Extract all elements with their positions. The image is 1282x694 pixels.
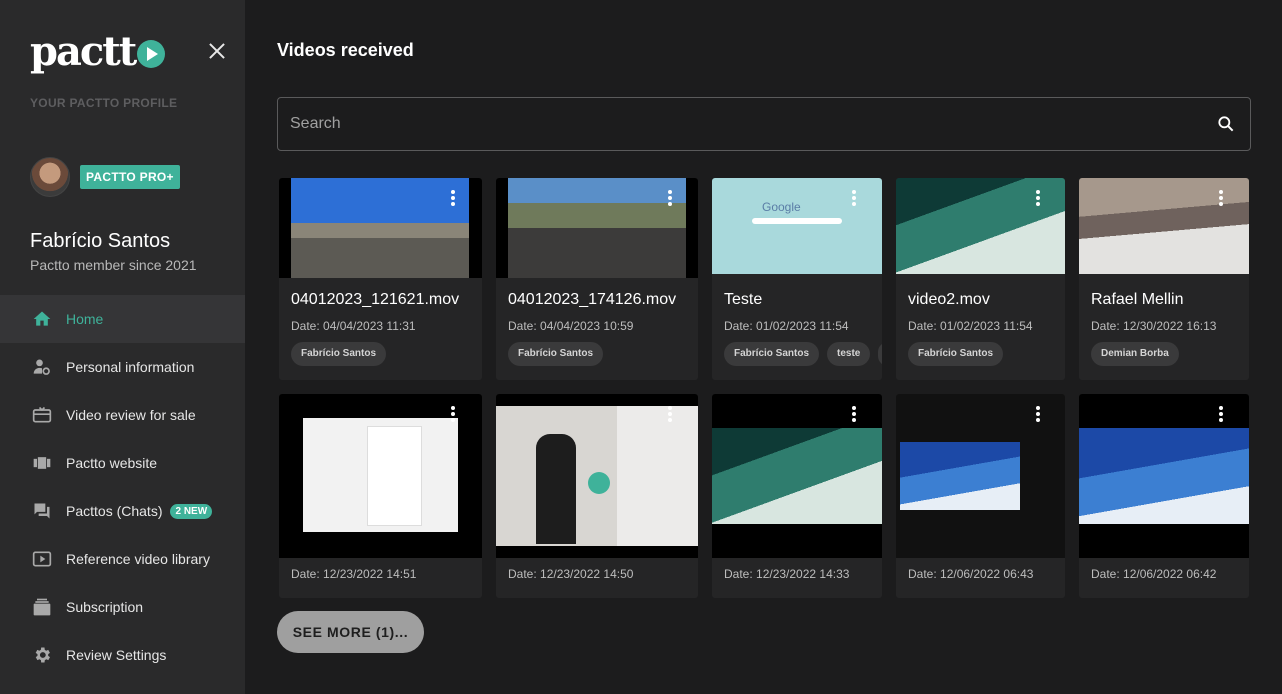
sidebar-item-label: Subscription	[66, 599, 144, 615]
main-content: Videos received 04012023_121621.mov Date…	[245, 0, 1282, 694]
user-tag[interactable]: teste	[827, 342, 871, 366]
video-card[interactable]: Date: 12/06/2022 06:43	[896, 394, 1065, 598]
video-card[interactable]: Google Teste Date: 01/02/2023 11:54 Fabr…	[712, 178, 882, 380]
video-card[interactable]: Date: 12/23/2022 14:51	[279, 394, 482, 598]
more-options-icon[interactable]	[1036, 406, 1040, 422]
new-chats-badge: 2 NEW	[170, 503, 213, 519]
sidebar: pactt YOUR PACTTO PROFILE PACTTO PRO+ Fa…	[0, 0, 245, 694]
gear-icon	[32, 645, 52, 665]
carousel-icon	[32, 453, 52, 473]
search-box	[277, 97, 1251, 151]
sidebar-item-label: Home	[66, 311, 104, 327]
video-card[interactable]: 04012023_121621.mov Date: 04/04/2023 11:…	[279, 178, 482, 380]
pactto-logo[interactable]: pactt	[30, 28, 166, 75]
video-date: Date: 12/06/2022 06:43	[908, 567, 1034, 581]
video-date: Date: 12/23/2022 14:33	[724, 567, 850, 581]
more-options-icon[interactable]	[451, 406, 455, 422]
subscriptions-icon	[32, 597, 52, 617]
more-options-icon[interactable]	[451, 190, 455, 206]
video-date: Date: 12/06/2022 06:42	[1091, 567, 1217, 581]
video-title: 04012023_174126.mov	[508, 291, 677, 308]
gift-card-icon	[32, 405, 52, 425]
app-window: pactt YOUR PACTTO PROFILE PACTTO PRO+ Fa…	[0, 0, 1282, 694]
video-tags: Fabrício Santos teste	[724, 342, 882, 366]
sidebar-item-label: Reference video library	[66, 551, 210, 567]
sidebar-item-review-settings[interactable]: Review Settings	[0, 631, 245, 679]
sidebar-item-personal-information[interactable]: Personal information	[0, 343, 245, 391]
video-thumbnail[interactable]	[1079, 394, 1249, 558]
sidebar-item-video-review-for-sale[interactable]: Video review for sale	[0, 391, 245, 439]
user-tag[interactable]: Fabrício Santos	[724, 342, 820, 366]
sidebar-item-pacttos-chats[interactable]: Pacttos (Chats) 2 NEW	[0, 487, 245, 535]
video-title: 04012023_121621.mov	[291, 291, 460, 308]
video-title: Rafael Mellin	[1091, 291, 1184, 308]
chat-icon	[32, 501, 52, 521]
video-title: Teste	[724, 291, 763, 308]
video-thumbnail[interactable]: Google	[712, 178, 882, 274]
see-more-button[interactable]: SEE MORE (1)...	[277, 611, 424, 653]
video-tags: Demian Borba	[1091, 342, 1179, 366]
video-card[interactable]: Date: 12/23/2022 14:33	[712, 394, 882, 598]
video-date: Date: 01/02/2023 11:54	[908, 319, 1033, 333]
sidebar-item-subscription[interactable]: Subscription	[0, 583, 245, 631]
video-date: Date: 12/23/2022 14:50	[508, 567, 634, 581]
profile-heading: YOUR PACTTO PROFILE	[30, 96, 178, 110]
search-icon[interactable]	[1216, 114, 1236, 134]
member-since: Pactto member since 2021	[30, 257, 197, 273]
video-date: Date: 04/04/2023 10:59	[508, 319, 634, 333]
video-date: Date: 01/02/2023 11:54	[724, 319, 849, 333]
video-thumbnail[interactable]	[712, 394, 882, 558]
avatar[interactable]	[30, 157, 70, 197]
sidebar-item-reference-video-library[interactable]: Reference video library	[0, 535, 245, 583]
page-title: Videos received	[277, 40, 414, 60]
more-options-icon[interactable]	[1036, 190, 1040, 206]
video-date: Date: 12/23/2022 14:51	[291, 567, 417, 581]
more-options-icon[interactable]	[1219, 190, 1223, 206]
search-input[interactable]	[278, 98, 1250, 150]
video-title: video2.mov	[908, 291, 990, 308]
more-options-icon[interactable]	[1219, 406, 1223, 422]
video-tags: Fabrício Santos	[908, 342, 1004, 366]
video-card[interactable]: Date: 12/23/2022 14:50	[496, 394, 698, 598]
more-options-icon[interactable]	[668, 406, 672, 422]
video-date: Date: 12/30/2022 16:13	[1091, 319, 1217, 333]
sidebar-item-label: Review Settings	[66, 647, 167, 663]
sidebar-item-label: Personal information	[66, 359, 195, 375]
person-gear-icon	[32, 357, 52, 377]
user-tag[interactable]: Fabrício Santos	[908, 342, 1004, 366]
more-options-icon[interactable]	[852, 190, 856, 206]
sidebar-item-pactto-website[interactable]: Pactto website	[0, 439, 245, 487]
user-tag[interactable]: Fabrício Santos	[508, 342, 604, 366]
user-tag[interactable]: Fabrício Santos	[291, 342, 387, 366]
sidebar-item-label: Video review for sale	[66, 407, 196, 423]
video-tags: Fabrício Santos	[291, 342, 387, 366]
sidebar-nav: Home Personal information Video review f…	[0, 295, 245, 679]
play-icon	[137, 40, 166, 68]
video-library-icon	[32, 549, 52, 569]
video-date: Date: 04/04/2023 11:31	[291, 319, 416, 333]
close-icon[interactable]	[206, 40, 228, 62]
video-card[interactable]: Rafael Mellin Date: 12/30/2022 16:13 Dem…	[1079, 178, 1249, 380]
video-thumbnail[interactable]	[1079, 178, 1249, 274]
sidebar-item-label: Pactto website	[66, 455, 158, 471]
video-card[interactable]: 04012023_174126.mov Date: 04/04/2023 10:…	[496, 178, 698, 380]
user-name: Fabrício Santos	[30, 230, 171, 252]
video-tags: Fabrício Santos	[508, 342, 604, 366]
video-card[interactable]: Date: 12/06/2022 06:42	[1079, 394, 1249, 598]
user-tag[interactable]	[878, 342, 882, 366]
logo-text: pactt	[30, 28, 137, 75]
sidebar-item-home[interactable]: Home	[0, 295, 245, 343]
more-options-icon[interactable]	[668, 190, 672, 206]
video-card[interactable]: video2.mov Date: 01/02/2023 11:54 Fabríc…	[896, 178, 1065, 380]
pro-badge: PACTTO PRO+	[80, 165, 180, 189]
home-icon	[32, 309, 52, 329]
more-options-icon[interactable]	[852, 406, 856, 422]
user-tag[interactable]: Demian Borba	[1091, 342, 1179, 366]
sidebar-item-label: Pacttos (Chats)	[66, 503, 163, 519]
